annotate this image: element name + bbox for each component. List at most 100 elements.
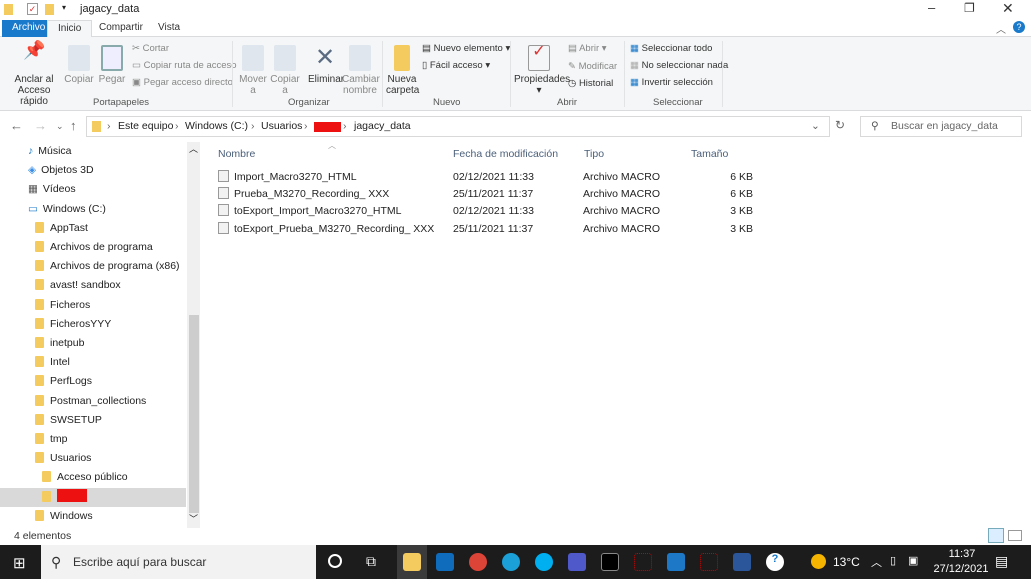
tree-item[interactable]: ▦ Vídeos [28,180,76,199]
select-none-button[interactable]: ▦ No seleccionar nada [630,60,728,71]
restore-button[interactable]: ❐ [964,1,975,15]
column-header-name[interactable]: Nombre [218,148,255,160]
select-all-button[interactable]: ▦ Seleccionar todo [630,43,712,54]
easy-access-button[interactable]: ▯ Fácil acceso ▾ [422,60,490,71]
move-to-button[interactable]: Mover a [238,45,268,96]
breadcrumb-este-equipo[interactable]: Este equipo [118,117,173,136]
tree-item[interactable]: tmp [35,430,68,449]
weather-temperature[interactable]: 13°C [833,555,860,569]
paste-button[interactable]: Pegar [98,45,126,85]
tree-item[interactable]: FicherosYYY [35,315,111,334]
tree-item[interactable]: SWSETUP [35,411,102,430]
tree-item[interactable]: inetpub [35,334,84,353]
taskbar-search[interactable]: ⚲ Escribe aquí para buscar [41,545,316,579]
app-icon[interactable] [634,553,652,571]
open-button[interactable]: ▤ Abrir ▾ [568,43,607,54]
tree-item[interactable]: Acceso público [42,468,128,487]
new-folder-button[interactable]: Nueva carpeta [386,45,419,96]
scroll-down-icon[interactable]: ﹀ [189,512,198,525]
refresh-button[interactable]: ↻ [835,118,845,132]
tree-item[interactable]: ▭ Windows (C:) [28,200,106,219]
tree-item[interactable]: PerfLogs [35,372,92,391]
task-view-icon[interactable]: ⧉ [366,553,376,570]
app-icon[interactable] [700,553,718,571]
tree-item[interactable]: ♪ Música [28,142,72,161]
column-header-date[interactable]: Fecha de modificación [453,148,558,160]
invert-selection-button[interactable]: ▦ Invertir selección [630,77,713,88]
tree-item[interactable]: ◈ Objetos 3D [28,161,94,180]
tab-vista[interactable]: Vista [148,20,190,37]
file-row[interactable]: toExport_Import_Macro3270_HTML 02/12/202… [216,203,756,220]
copy-button[interactable]: Copiar [64,45,94,85]
scroll-up-icon[interactable]: ︿ [189,142,198,155]
copy-path-button[interactable]: ▭ Copiar ruta de acceso [132,60,237,71]
close-button[interactable]: ✕ [1002,0,1014,17]
tree-item[interactable]: Usuarios [35,449,91,468]
scrollbar-thumb[interactable] [189,315,199,513]
pin-quick-access-button[interactable]: 📌 Anclar al Acceso rápido [6,41,62,107]
file-row[interactable]: Prueba_M3270_Recording_ XXX 25/11/2021 1… [216,186,756,203]
forward-button[interactable]: → [34,118,47,133]
file-row[interactable]: Import_Macro3270_HTML 02/12/2021 11:33 A… [216,169,756,186]
tree-item[interactable] [0,487,186,507]
new-folder-quick-icon[interactable] [45,4,54,15]
show-hidden-icons-button[interactable]: ︿ [871,554,882,570]
tree-item[interactable]: Intel [35,353,70,372]
cut-button[interactable]: ✂ Cortar [132,43,169,54]
breadcrumb-usuarios[interactable]: Usuarios [261,117,302,136]
new-item-button[interactable]: ▤ Nuevo elemento ▾ [422,43,510,54]
tree-item[interactable]: Ficheros [35,296,90,315]
tree-item[interactable]: Archivos de programa (x86) [35,257,180,276]
copy-to-button[interactable]: Copiar a [270,45,300,96]
file-row[interactable]: toExport_Prueba_M3270_Recording_ XXX 25/… [216,221,756,238]
word-icon[interactable] [733,553,751,571]
minimize-button[interactable]: – [928,0,935,15]
rename-button[interactable]: Cambiar nombre [342,45,380,96]
properties-button[interactable]: ✓ Propiedades ▾ [514,44,570,97]
history-button[interactable]: ◷ Historial [568,78,613,89]
redacted-user-breadcrumb[interactable] [314,122,341,132]
edge-icon[interactable] [502,553,520,571]
breadcrumb-current[interactable]: jagacy_data [354,117,411,136]
windows-start-icon[interactable]: ⊞ [13,554,26,572]
large-icons-view-button[interactable] [1008,530,1022,541]
tree-item[interactable]: Archivos de programa [35,238,153,257]
tree-item[interactable]: Windows [35,507,93,526]
device-icon[interactable]: ▯ [890,554,896,567]
edit-button[interactable]: ✎ Modificar [568,61,617,72]
file-explorer-icon[interactable] [403,553,421,571]
collapse-ribbon-icon[interactable]: ︿ [996,21,1006,36]
weather-icon[interactable] [811,554,826,569]
breadcrumb-windows-c[interactable]: Windows (C:) [185,117,248,136]
recent-locations-button[interactable]: ⌄ [56,121,64,132]
outlook-icon[interactable] [436,553,454,571]
column-header-size[interactable]: Tamaño [691,148,728,160]
paste-shortcut-button[interactable]: ▣ Pegar acceso directo [132,77,233,88]
customize-toolbar-icon[interactable]: ▾ [62,3,66,12]
clock-time[interactable]: 11:37 [942,548,982,560]
up-button[interactable]: ↑ [70,118,77,133]
help-app-icon[interactable]: ? [766,553,784,571]
delete-button[interactable]: ✕ Eliminar [308,45,344,86]
cortana-icon[interactable] [328,554,342,568]
column-header-type[interactable]: Tipo [584,148,604,160]
teams-icon[interactable] [568,553,586,571]
address-bar[interactable]: › Este equipo › Windows (C:) › Usuarios … [86,116,830,137]
tab-compartir[interactable]: Compartir [89,20,153,37]
back-button[interactable]: ← [10,118,23,133]
address-dropdown-icon[interactable]: ⌄ [811,117,820,136]
clock-date[interactable]: 27/12/2021 [928,563,994,575]
search-input[interactable]: ⚲ Buscar en jagacy_data [860,116,1022,137]
properties-quick-icon[interactable]: ✓ [27,3,38,15]
help-icon[interactable]: ? [1013,21,1025,33]
notifications-icon[interactable]: ▤ [995,553,1008,570]
photos-icon[interactable] [667,553,685,571]
tab-inicio[interactable]: Inicio [47,20,93,38]
network-icon[interactable]: ▣ [908,554,918,567]
tree-item[interactable]: Postman_collections [35,392,146,411]
details-view-button[interactable] [988,528,1004,543]
tree-item[interactable]: avast! sandbox [35,276,121,295]
terminal-icon[interactable] [601,553,619,571]
skype-icon[interactable] [535,553,553,571]
chrome-icon[interactable] [469,553,487,571]
